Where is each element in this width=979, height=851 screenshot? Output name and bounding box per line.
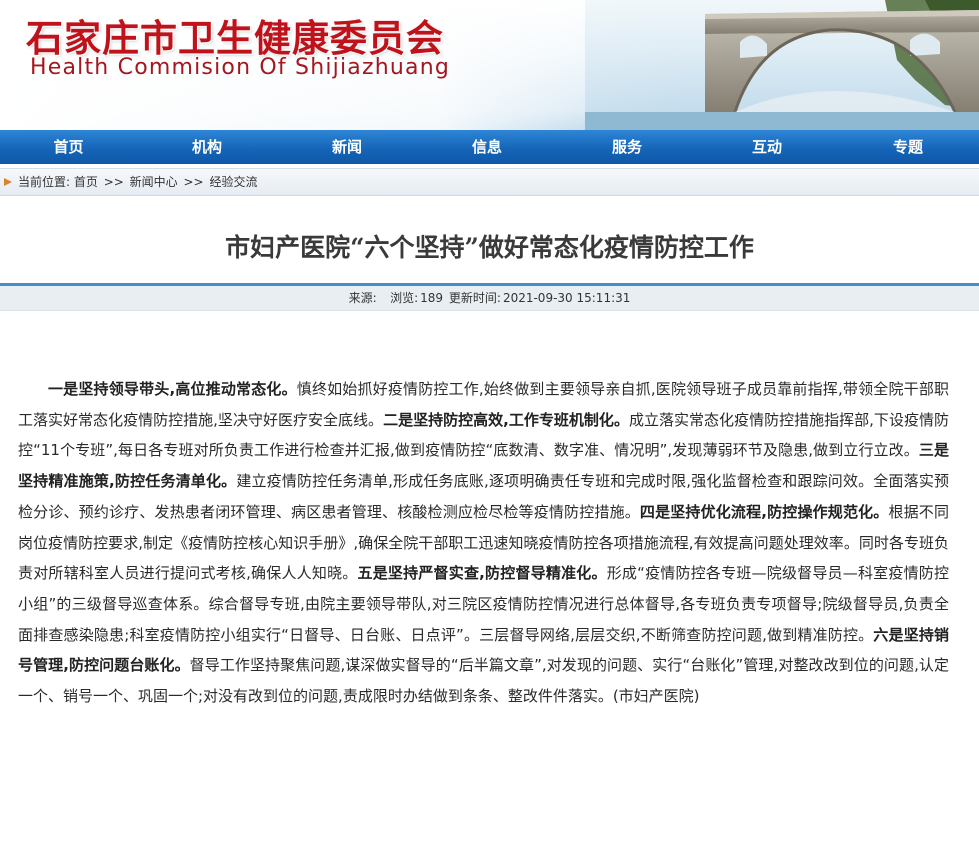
article-point-heading: 二是坚持防控高效,工作专班机制化。 (383, 410, 629, 429)
location-arrow-icon (4, 178, 12, 186)
article-meta: 来源: 浏览: 189 更新时间: 2021-09-30 15:11:31 (0, 286, 979, 311)
article-body: 一是坚持领导带头,高位推动常态化。慎终如始抓好疫情防控工作,始终做到主要领导亲自… (18, 374, 949, 712)
breadcrumb-bar: 当前位置: 首页 >> 新闻中心 >> 经验交流 (0, 168, 979, 196)
site-title-en: Health Commision Of Shijiazhuang (30, 55, 451, 80)
nav-organization[interactable]: 机构 (137, 130, 277, 164)
site-banner: 石家庄市卫生健康委员会 Health Commision Of Shijiazh… (0, 0, 979, 130)
nav-home[interactable]: 首页 (0, 130, 137, 164)
nav-topics[interactable]: 专题 (837, 130, 979, 164)
views-label: 浏览: (390, 291, 419, 305)
breadcrumb-separator: >> (183, 175, 204, 189)
updated-time: 2021-09-30 15:11:31 (502, 291, 631, 305)
nav-interaction[interactable]: 互动 (697, 130, 837, 164)
breadcrumb-current[interactable]: 经验交流 (209, 175, 257, 189)
updated-label: 更新时间: (448, 291, 501, 305)
article-point-heading: 五是坚持严督实查,防控督导精准化。 (357, 564, 607, 583)
source-label: 来源: (348, 291, 377, 305)
article-point-heading: 一是坚持领导带头,高位推动常态化。 (48, 380, 297, 398)
stone-bridge-image (585, 0, 979, 130)
nav-news[interactable]: 新闻 (277, 130, 417, 164)
article-title: 市妇产医院“六个坚持”做好常态化疫情防控工作 (225, 233, 754, 262)
site-title-cn: 石家庄市卫生健康委员会 (26, 16, 444, 60)
breadcrumb-news-center[interactable]: 新闻中心 (130, 175, 178, 189)
breadcrumb-home[interactable]: 首页 (74, 175, 98, 189)
main-nav: 首页 机构 新闻 信息 服务 互动 专题 (0, 130, 979, 164)
nav-information[interactable]: 信息 (417, 130, 557, 164)
article-point-heading: 四是坚持优化流程,防控操作规范化。 (639, 502, 889, 521)
nav-services[interactable]: 服务 (557, 130, 697, 164)
breadcrumb: 当前位置: 首页 >> 新闻中心 >> 经验交流 (18, 169, 257, 195)
views-count: 189 (420, 291, 444, 305)
breadcrumb-prefix: 当前位置: (18, 175, 71, 189)
breadcrumb-separator: >> (103, 175, 124, 189)
